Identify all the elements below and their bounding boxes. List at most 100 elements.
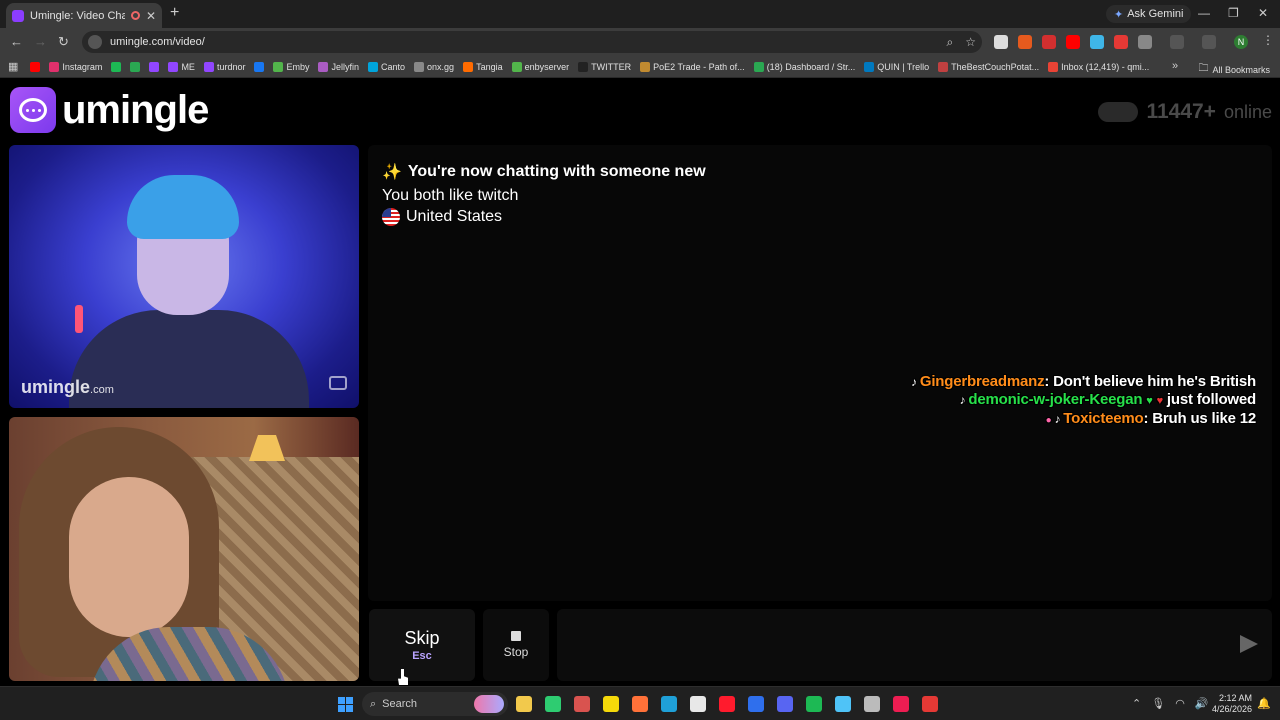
sticky-icon[interactable]	[603, 696, 619, 712]
search-icon: ⌕	[370, 697, 377, 710]
windows-taskbar: ⌕ Search ⌃ 🎙 ◠ 🔊 2:12 AM 4/26/2026 🔔	[0, 686, 1280, 720]
obs-icon[interactable]	[864, 696, 880, 712]
extension-dark-red-icon[interactable]	[1114, 35, 1128, 49]
bookmark-item[interactable]: Canto	[368, 61, 405, 72]
site-info-icon[interactable]	[88, 35, 102, 49]
minimize-button[interactable]: —	[1198, 6, 1210, 20]
media-icon[interactable]	[545, 696, 561, 712]
back-arrow-icon[interactable]: ←	[10, 34, 23, 49]
forward-arrow-icon[interactable]: →	[34, 34, 47, 49]
tab-close-icon[interactable]: ✕	[146, 9, 156, 23]
tiktok-icon[interactable]	[893, 696, 909, 712]
self-face	[69, 477, 189, 637]
zoom-icon[interactable]: ⌕	[947, 35, 954, 50]
extension-red-icon[interactable]	[1042, 35, 1056, 49]
stream-chat-overlay: ♪ Gingerbreadmanz: Don't believe him he's…	[911, 373, 1256, 429]
send-icon[interactable]	[1240, 635, 1258, 653]
firefox-icon[interactable]	[632, 696, 648, 712]
opera-icon[interactable]	[719, 696, 735, 712]
bookmarks-overflow-icon[interactable]: »	[1172, 60, 1178, 72]
extensions-puzzle-icon[interactable]	[1138, 35, 1152, 49]
volume-icon[interactable]: 🔊	[1195, 697, 1209, 710]
windows-start-icon[interactable]	[338, 697, 353, 712]
bookmark-label: Tangia	[476, 61, 503, 72]
reload-icon[interactable]: ↻	[58, 34, 69, 50]
overlay-username: demonic-w-joker-Keegan	[968, 391, 1143, 408]
stop-button[interactable]: Stop	[483, 609, 549, 681]
bookmark-item[interactable]	[254, 61, 265, 72]
bookmark-item[interactable]	[149, 61, 160, 72]
bookmark-item[interactable]: Inbox (12,419) - qmi...	[1048, 61, 1150, 72]
bookmark-item[interactable]: enbyserver	[511, 61, 569, 72]
app-red-icon[interactable]	[574, 696, 590, 712]
close-window-button[interactable]: ✕	[1258, 6, 1268, 20]
umingle-logo[interactable]: umingle	[10, 87, 209, 133]
badge-icon: ●	[1045, 415, 1052, 426]
video-watermark: umingle.com	[21, 377, 114, 398]
bookmark-item[interactable]: onx.gg	[414, 61, 454, 72]
taskbar-search[interactable]: ⌕ Search	[362, 692, 508, 716]
url-text[interactable]: umingle.com/video/	[110, 36, 205, 48]
clock[interactable]: 2:12 AM 4/26/2026	[1212, 693, 1252, 715]
overlay-message: ● ♪ Toxicteemo: Bruh us like 12	[911, 410, 1257, 429]
discord-icon[interactable]	[777, 696, 793, 712]
app-red2-icon[interactable]	[922, 696, 938, 712]
overlay-username: Gingerbreadmanz	[919, 373, 1045, 390]
tab-search-icon[interactable]	[1170, 35, 1184, 49]
extension-fox-icon[interactable]	[1018, 35, 1032, 49]
bookmark-item[interactable]: PoE2 Trade - Path of...	[640, 61, 745, 72]
bookmark-item[interactable]: Emby	[273, 61, 309, 72]
message-input[interactable]	[557, 609, 1217, 681]
maximize-button[interactable]: ❐	[1228, 6, 1239, 20]
bookmark-item[interactable]: Jellyfin	[318, 61, 359, 72]
extension-k-icon[interactable]	[994, 35, 1008, 49]
menu-kebab-icon[interactable]: ⋮	[1262, 33, 1274, 47]
bookmark-item[interactable]	[30, 61, 41, 72]
bookmark-item[interactable]	[111, 61, 122, 72]
browser-tab[interactable]: Umingle: Video Chat with S ✕	[6, 3, 162, 28]
overlay-message: ♪ Gingerbreadmanz: Don't believe him he's…	[911, 373, 1256, 391]
report-camera-icon[interactable]	[329, 376, 347, 390]
wifi-icon[interactable]: ◠	[1175, 697, 1185, 710]
extension-youtube-icon[interactable]	[1066, 35, 1080, 49]
skip-button[interactable]: Skip Esc	[369, 609, 475, 681]
bookmark-item[interactable]: TWITTER	[578, 61, 632, 72]
ask-gemini-button[interactable]: ✦ Ask Gemini	[1106, 5, 1192, 23]
us-flag-icon	[382, 208, 400, 226]
chrome-icon[interactable]	[690, 696, 706, 712]
bookmark-star-icon[interactable]: ☆	[965, 35, 976, 50]
extension-blue-icon[interactable]	[1090, 35, 1104, 49]
bookmark-label: QUIN | Trello	[877, 61, 930, 72]
background-light	[75, 305, 83, 333]
microphone-icon[interactable]: 🎙	[1151, 697, 1165, 710]
bookmark-item[interactable]: TheBestCouchPotat...	[938, 61, 1039, 72]
all-bookmarks-folder[interactable]: 🗀 All Bookmarks	[1198, 61, 1270, 78]
lamp-background	[249, 435, 285, 461]
apps-grid-icon[interactable]: ▦	[8, 60, 18, 73]
address-bar[interactable]: umingle.com/video/ ⌕ ☆	[82, 31, 982, 53]
bookmark-label: turdnor	[216, 61, 246, 72]
bookmark-item[interactable]: (18) Dashboard / Str...	[753, 61, 855, 72]
bookmark-label: Inbox (12,419) - qmi...	[1061, 61, 1150, 72]
edge-icon[interactable]	[661, 696, 677, 712]
bookmark-item[interactable]: ME	[168, 61, 195, 72]
bookmark-item[interactable]: turdnor	[203, 61, 246, 72]
tab-title: Umingle: Video Chat with S	[30, 9, 125, 22]
bookmark-item[interactable]: QUIN | Trello	[864, 61, 930, 72]
file-explorer-icon[interactable]	[516, 696, 532, 712]
notepad-icon[interactable]	[835, 696, 851, 712]
notification-bell-icon[interactable]: 🔔	[1257, 697, 1271, 710]
bookmark-item[interactable]	[130, 61, 141, 72]
app-blue-icon[interactable]	[748, 696, 764, 712]
spotify-icon[interactable]	[806, 696, 822, 712]
bookmark-label: TWITTER	[591, 61, 632, 72]
online-toggle[interactable]	[1098, 102, 1139, 122]
bookmark-favicon-icon	[318, 61, 329, 72]
new-tab-button[interactable]: +	[170, 4, 179, 22]
bookmark-item[interactable]: Instagram	[49, 61, 102, 72]
media-control-icon[interactable]	[1202, 35, 1216, 49]
extensions-bar	[994, 35, 1216, 49]
bookmark-item[interactable]: Tangia	[463, 61, 503, 72]
tray-overflow-icon[interactable]: ⌃	[1132, 697, 1141, 710]
profile-avatar[interactable]: N	[1234, 35, 1248, 49]
